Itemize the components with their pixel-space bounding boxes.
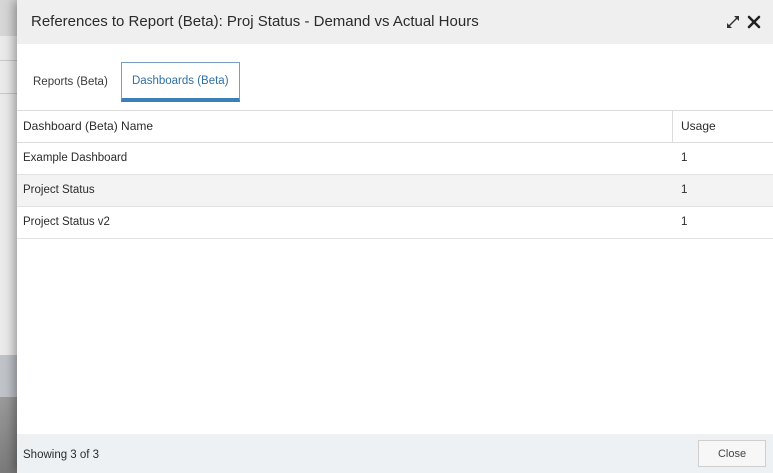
- dashboard-usage: 1: [681, 152, 688, 164]
- dialog-footer: Showing 3 of 3 Close: [17, 434, 773, 473]
- table-row[interactable]: Project Status v2 1: [17, 207, 773, 239]
- tab-reports[interactable]: Reports (Beta): [33, 64, 108, 100]
- dashboard-name: Example Dashboard: [23, 152, 128, 164]
- column-header-name[interactable]: Dashboard (Beta) Name: [23, 111, 153, 142]
- close-button[interactable]: Close: [698, 440, 766, 467]
- table-row[interactable]: Project Status 1: [17, 175, 773, 207]
- column-header-usage[interactable]: Usage: [681, 111, 716, 142]
- references-dialog: References to Report (Beta): Proj Status…: [17, 0, 773, 473]
- tab-dashboards[interactable]: Dashboards (Beta): [121, 62, 240, 102]
- dashboards-table: Dashboard (Beta) Name Usage Example Dash…: [17, 111, 773, 239]
- expand-icon[interactable]: [725, 14, 741, 30]
- showing-count: Showing 3 of 3: [23, 449, 100, 461]
- dialog-title: References to Report (Beta): Proj Status…: [31, 13, 479, 30]
- dashboard-usage: 1: [681, 216, 688, 228]
- dashboard-name: Project Status: [23, 184, 95, 196]
- tab-bar: Reports (Beta) Dashboards (Beta): [17, 44, 773, 111]
- dashboard-name: Project Status v2: [23, 216, 110, 228]
- dialog-header: References to Report (Beta): Proj Status…: [17, 0, 773, 44]
- column-divider: [672, 111, 673, 142]
- dashboard-usage: 1: [681, 184, 688, 196]
- close-icon[interactable]: [746, 14, 762, 30]
- table-row[interactable]: Example Dashboard 1: [17, 143, 773, 175]
- table-header: Dashboard (Beta) Name Usage: [17, 111, 773, 143]
